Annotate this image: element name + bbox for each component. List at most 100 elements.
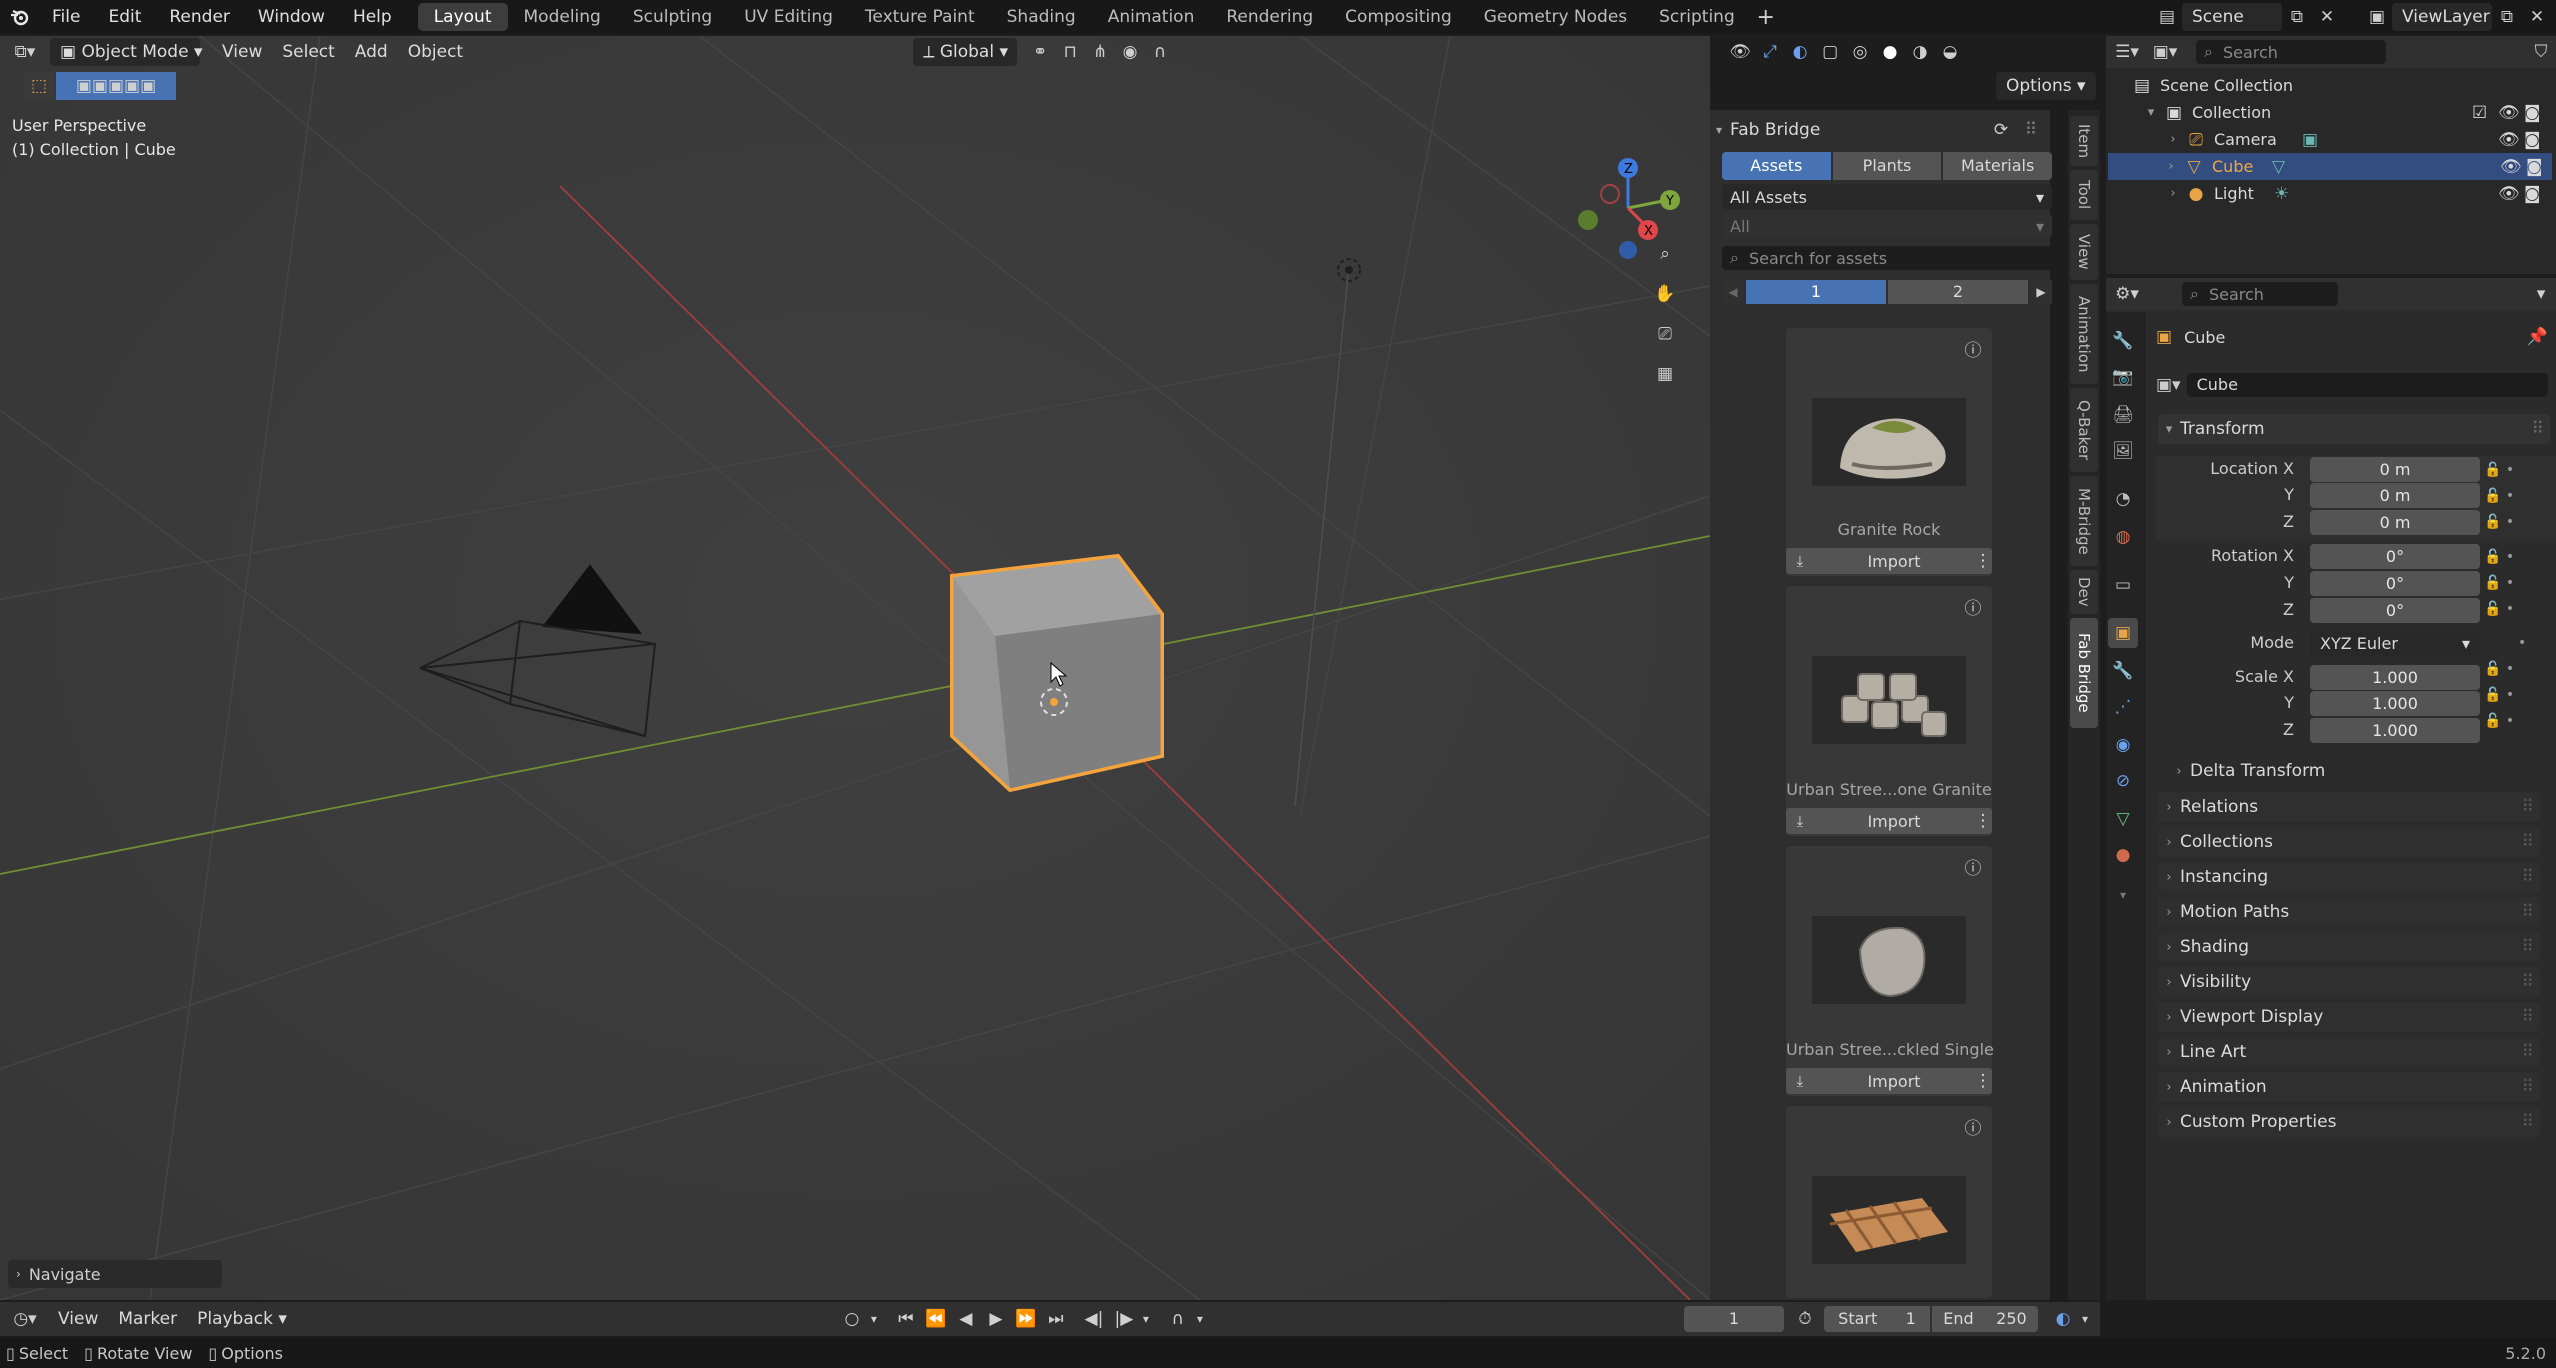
- tab-uv-editing[interactable]: UV Editing: [728, 3, 849, 31]
- drag-handle-icon[interactable]: ⠿: [2522, 832, 2534, 852]
- select-box-mode-icon[interactable]: ▣▣▣▣▣: [56, 72, 176, 100]
- refresh-icon[interactable]: ⟳: [1986, 116, 2016, 144]
- pin-icon[interactable]: 📌: [2527, 327, 2548, 347]
- eye-icon[interactable]: 👁: [2500, 157, 2526, 177]
- select-tool-icon[interactable]: ⬚: [24, 72, 54, 100]
- modifier-tab-icon[interactable]: 🔧: [2108, 656, 2138, 686]
- grid-view-icon[interactable]: ▦: [1650, 360, 1680, 388]
- menu-render[interactable]: Render: [155, 0, 244, 34]
- current-frame-field[interactable]: 1: [1684, 1306, 1784, 1332]
- chevron-right-icon[interactable]: ›: [2160, 159, 2182, 174]
- scale-y-field[interactable]: 1.000: [2310, 691, 2480, 716]
- options-dropdown[interactable]: Options ▾: [1996, 72, 2096, 100]
- tab-geometry-nodes[interactable]: Geometry Nodes: [1468, 3, 1643, 31]
- menu-window[interactable]: Window: [244, 0, 339, 34]
- timeline-menu-marker[interactable]: Marker: [108, 1305, 187, 1333]
- asset-card[interactable]: ⓘ: [1786, 1106, 1992, 1298]
- outliner-item-camera[interactable]: › ⎚ Camera ▣ 👁 ◙: [2110, 126, 2550, 153]
- menu-help[interactable]: Help: [339, 0, 406, 34]
- next-keyframe-icon[interactable]: ⏩: [1011, 1305, 1041, 1333]
- chevron-right-icon[interactable]: ›: [2162, 186, 2184, 201]
- data-tab-icon[interactable]: ▽: [2108, 804, 2138, 834]
- tab-m-bridge[interactable]: M-Bridge: [2070, 476, 2098, 566]
- timeline-editor-icon[interactable]: ◷▾: [10, 1305, 40, 1333]
- jump-end-icon[interactable]: ⏭: [1041, 1305, 1071, 1333]
- lock-icon[interactable]: 🔓 •: [2484, 656, 2544, 682]
- panel-line-art[interactable]: › Line Art ⠿: [2158, 1037, 2540, 1067]
- physics-tab-icon[interactable]: ◉: [2108, 730, 2138, 760]
- editor-type-icon[interactable]: ☰▾: [2112, 38, 2142, 66]
- tab-plants[interactable]: Plants: [1832, 152, 1942, 180]
- drag-handle-icon[interactable]: ⠿: [2016, 116, 2046, 144]
- info-icon[interactable]: ⓘ: [1958, 592, 1988, 620]
- scene-icon[interactable]: ▤: [2152, 3, 2182, 31]
- tool-tab-icon[interactable]: 🔧: [2108, 326, 2138, 356]
- menu-add[interactable]: Add: [345, 38, 398, 66]
- location-z-field[interactable]: 0 m: [2310, 510, 2480, 535]
- page-prev-icon[interactable]: ◀: [1722, 280, 1744, 304]
- drag-handle-icon[interactable]: ⠿: [2522, 797, 2534, 817]
- menu-object[interactable]: Object: [398, 38, 473, 66]
- drag-handle-icon[interactable]: ⠿: [2522, 1112, 2534, 1132]
- tab-modeling[interactable]: Modeling: [508, 3, 617, 31]
- panel-shading[interactable]: › Shading ⠿: [2158, 932, 2540, 962]
- drag-handle-icon[interactable]: ⠿: [2522, 902, 2534, 922]
- asset-subfilter-dropdown[interactable]: All ▾: [1722, 214, 2052, 238]
- play-reverse-icon[interactable]: ◀: [951, 1305, 981, 1333]
- tab-rendering[interactable]: Rendering: [1210, 3, 1329, 31]
- shading-rendered-icon[interactable]: ◒: [1935, 38, 1965, 66]
- editor-type-icon[interactable]: ⧉▾: [10, 38, 40, 66]
- camera-view-icon[interactable]: ⎚: [1650, 320, 1680, 348]
- keyframe-dot-icon[interactable]: •: [2484, 630, 2544, 656]
- delete-scene-icon[interactable]: ✕: [2312, 3, 2342, 31]
- chevron-down-icon[interactable]: ▾: [2108, 880, 2138, 910]
- lock-icon[interactable]: 🔓 •: [2484, 483, 2544, 509]
- pivot-icon[interactable]: ⚭: [1025, 38, 1055, 66]
- menu-view[interactable]: View: [212, 38, 272, 66]
- kebab-menu-icon[interactable]: ⋮: [1974, 811, 1992, 831]
- asset-card[interactable]: ⓘ Urban Stree...ckled Single ⤓ Import ⋮: [1786, 846, 1994, 1096]
- tab-shading[interactable]: Shading: [991, 3, 1092, 31]
- lock-icon[interactable]: 🔓 •: [2484, 570, 2544, 596]
- output-tab-icon[interactable]: 🖨: [2108, 400, 2138, 430]
- tab-view[interactable]: View: [2070, 224, 2098, 280]
- location-x-field[interactable]: 0 m: [2310, 457, 2480, 482]
- panel-instancing[interactable]: › Instancing ⠿: [2158, 862, 2540, 892]
- menu-edit[interactable]: Edit: [94, 0, 155, 34]
- chevron-down-icon[interactable]: ▾: [2140, 105, 2162, 120]
- visibility-icon[interactable]: 👁: [1725, 38, 1755, 66]
- import-button[interactable]: ⤓ Import ⋮: [1786, 548, 1992, 574]
- info-icon[interactable]: ⓘ: [1958, 852, 1988, 880]
- prev-keyframe-icon[interactable]: ⏪: [921, 1305, 951, 1333]
- stopwatch-icon[interactable]: ⏱: [1790, 1305, 1820, 1333]
- gizmo-toggle-icon[interactable]: ⤢: [1755, 38, 1785, 66]
- tab-compositing[interactable]: Compositing: [1329, 3, 1468, 31]
- shading-solid-icon[interactable]: ●: [1875, 38, 1905, 66]
- panel-collapse-icon[interactable]: ▾: [1716, 123, 1722, 137]
- kebab-menu-icon[interactable]: ⋮: [1974, 551, 1992, 571]
- prev-marker-icon[interactable]: ◀|: [1079, 1305, 1109, 1333]
- drag-handle-icon[interactable]: ⠿: [2532, 419, 2544, 439]
- overlay-toggle-icon[interactable]: ◐: [1785, 38, 1815, 66]
- chevron-down-icon[interactable]: ▾: [2526, 280, 2556, 308]
- dropdown-icon[interactable]: ▾: [1193, 1305, 1207, 1333]
- tab-animation[interactable]: Animation: [1092, 3, 1211, 31]
- shading-wireframe-icon[interactable]: ◎: [1845, 38, 1875, 66]
- render-camera-icon[interactable]: ◙: [2524, 103, 2550, 123]
- menu-file[interactable]: File: [38, 0, 94, 34]
- tab-assets[interactable]: Assets: [1722, 152, 1831, 180]
- render-camera-icon[interactable]: ◙: [2524, 184, 2550, 204]
- properties-search-input[interactable]: ⌕ Search: [2182, 282, 2338, 306]
- lock-icon[interactable]: 🔓 •: [2484, 457, 2544, 483]
- eye-icon[interactable]: 👁: [2498, 103, 2524, 123]
- snap-icon[interactable]: ⊓: [1055, 38, 1085, 66]
- outliner-search-input[interactable]: ⌕ Search: [2196, 40, 2386, 64]
- scene-name-field[interactable]: Scene: [2182, 3, 2282, 31]
- import-button[interactable]: ⤓ Import ⋮: [1786, 1068, 1992, 1094]
- panel-viewport-display[interactable]: › Viewport Display ⠿: [2158, 1002, 2540, 1032]
- view-layer-icon[interactable]: ▣: [2362, 3, 2392, 31]
- lock-icon[interactable]: 🔓 •: [2484, 708, 2544, 734]
- asset-card[interactable]: ⓘ Urban Stree...one Granite ⤓ Import ⋮: [1786, 586, 1992, 836]
- lock-icon[interactable]: 🔓 •: [2484, 509, 2544, 535]
- constraints-tab-icon[interactable]: ⊘: [2108, 766, 2138, 796]
